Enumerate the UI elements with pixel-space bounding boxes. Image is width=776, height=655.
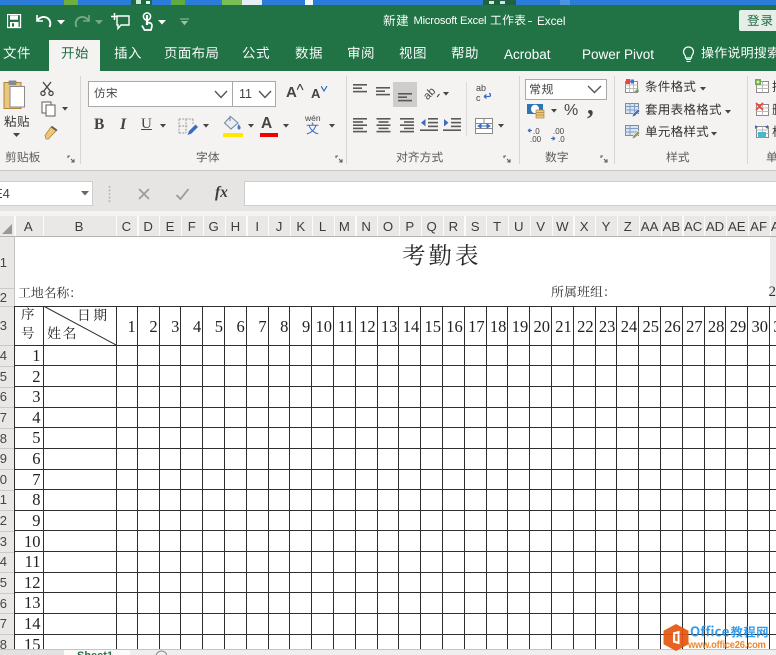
svg-text:ab: ab — [423, 85, 438, 101]
svg-text:.0: .0 — [558, 135, 565, 142]
svg-text:c: c — [476, 93, 481, 102]
svg-text:.00: .00 — [530, 135, 542, 142]
svg-text:ab: ab — [476, 83, 486, 93]
